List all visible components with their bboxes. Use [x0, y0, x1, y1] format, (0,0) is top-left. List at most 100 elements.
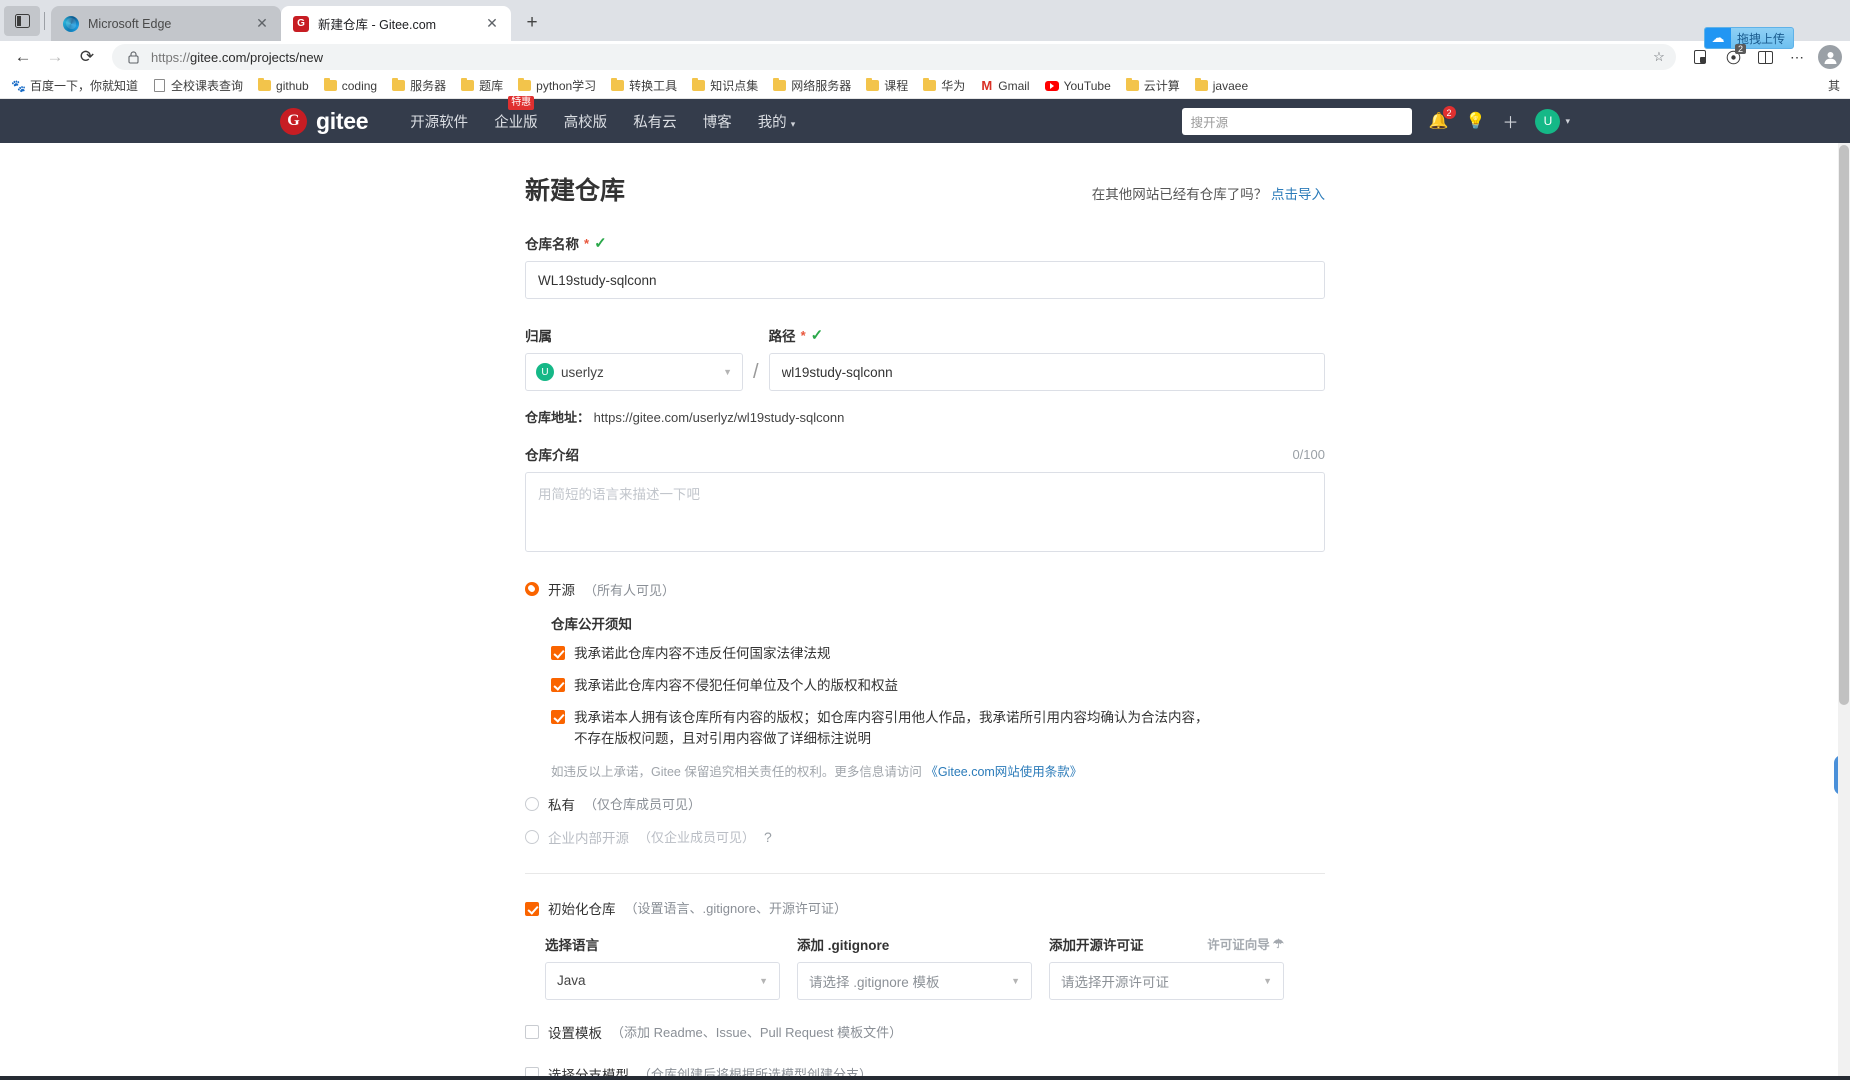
radio-label: 开源 [548, 583, 575, 598]
address-bar[interactable]: https://gitee.com/projects/new ☆ [112, 44, 1676, 70]
close-icon[interactable]: ✕ [253, 15, 271, 33]
scrollbar-thumb[interactable] [1839, 145, 1849, 705]
bookmark-item[interactable]: M Gmail [974, 77, 1035, 95]
bookmark-item[interactable]: YouTube [1039, 77, 1117, 95]
reload-icon[interactable]: ⟳ [72, 43, 102, 71]
bookmark-label: 服务器 [410, 79, 447, 93]
nav-link-privatecloud[interactable]: 私有云 [633, 111, 677, 132]
radio-private[interactable]: 私有 （仅仓库成员可见） [525, 794, 1325, 814]
nav-link-blog[interactable]: 博客 [703, 111, 732, 132]
bookmark-item[interactable]: javaee [1189, 77, 1254, 95]
bookmarks-overflow-button[interactable]: 其 [1822, 75, 1846, 96]
template-checkbox[interactable]: 设置模板 （添加 Readme、Issue、Pull Request 模板文件） [525, 1022, 1325, 1042]
description-textarea[interactable] [525, 472, 1325, 552]
owner-avatar: U [536, 363, 554, 381]
license-value: 请选择开源许可证 [1061, 974, 1169, 990]
notice-text: 我承诺此仓库内容不违反任何国家法律法规 [574, 646, 831, 661]
drag-upload-badge[interactable]: ☁ 拖拽上传 [1703, 27, 1794, 49]
bookmark-label: 云计算 [1143, 79, 1180, 93]
repo-name-input[interactable] [525, 261, 1325, 299]
bookmark-item[interactable]: 华为 [917, 75, 971, 96]
valid-check-icon: ✓ [594, 235, 607, 252]
form-header: 新建仓库 在其他网站已经有仓库了吗？ 点击导入 [525, 171, 1325, 207]
question-circle-icon[interactable]: ? [764, 829, 772, 845]
language-select[interactable]: Java ▼ [545, 961, 780, 1000]
owner-select[interactable]: U userlyz ▼ [525, 353, 743, 391]
path-input[interactable] [768, 353, 1325, 391]
bookmark-item[interactable]: 网络服务器 [767, 75, 857, 96]
bookmark-item[interactable]: 全校课表查询 [147, 75, 249, 96]
owner-value: userlyz [561, 364, 604, 380]
folder-icon [518, 77, 532, 91]
radio-enterprise[interactable]: 企业内部开源 （仅企业成员可见） ? [525, 827, 1325, 847]
owner-label: 归属 [525, 325, 743, 345]
owner-path-row: 归属 U userlyz ▼ / 路径 * ✓ [525, 325, 1325, 391]
search-input[interactable]: 搜开源 [1181, 107, 1412, 135]
page-content: 新建仓库 在其他网站已经有仓库了吗？ 点击导入 仓库名称 * ✓ 归属 [0, 143, 1850, 1080]
bookmark-label: 课程 [884, 79, 909, 93]
nav-link-mine[interactable]: 我的 ▾ [758, 111, 796, 132]
gitee-wordmark: gitee [316, 107, 369, 134]
notice-checkbox-3[interactable]: 我承诺本人拥有该仓库所有内容的版权；如仓库内容引用他人作品，我承诺所引用内容均确… [551, 708, 1325, 750]
import-link[interactable]: 点击导入 [1271, 187, 1325, 202]
radio-public[interactable]: 开源 （所有人可见） [525, 579, 1325, 599]
nav-link-education[interactable]: 高校版 [564, 111, 608, 132]
lock-icon [124, 48, 142, 66]
page-scrollbar[interactable] [1838, 143, 1850, 1076]
license-wizard-link[interactable]: 许可证向导 ☂ [1207, 934, 1284, 953]
notice-text-wrap: 我承诺本人拥有该仓库所有内容的版权；如仓库内容引用他人作品，我承诺所引用内容均确… [574, 708, 1209, 750]
user-menu[interactable]: U ▾ [1535, 108, 1570, 134]
checkbox-icon [525, 901, 539, 916]
plus-icon[interactable]: ＋ [1502, 109, 1518, 133]
back-icon[interactable]: ← [8, 43, 38, 71]
repo-name-label: 仓库名称 * ✓ [525, 233, 1325, 253]
lightbulb-icon[interactable]: 💡 [1466, 111, 1486, 131]
gitignore-select[interactable]: 请选择 .gitignore 模板 ▼ [797, 961, 1032, 1000]
bookmark-label: 知识点集 [710, 79, 759, 93]
browser-tab-1[interactable]: G 新建仓库 - Gitee.com ✕ [281, 6, 511, 41]
notice-checkbox-2[interactable]: 我承诺此仓库内容不侵犯任何单位及个人的版权和权益 [551, 676, 1325, 697]
bookmark-item[interactable]: 云计算 [1120, 75, 1186, 96]
bell-icon[interactable]: 🔔 2 [1429, 106, 1456, 131]
language-label: 选择语言 [545, 937, 599, 953]
terms-link[interactable]: 《Gitee.com网站使用条款》 [925, 765, 1082, 779]
site-nav-links: 开源软件 企业版 特惠 高校版 私有云 博客 我的 ▾ [410, 95, 796, 132]
notice-checkbox-1[interactable]: 我承诺此仓库内容不违反任何国家法律法规 [551, 644, 1325, 665]
bookmark-item[interactable]: coding [318, 77, 383, 95]
browser-tab-0[interactable]: Microsoft Edge ✕ [51, 6, 281, 41]
bookmark-item[interactable]: 知识点集 [686, 75, 764, 96]
browser-window: Microsoft Edge ✕ G 新建仓库 - Gitee.com ✕ + … [0, 0, 1850, 1080]
bookmarks-bar: 🐾 百度一下，你就知道 全校课表查询 github coding 服务器 题库 p… [0, 73, 1850, 99]
new-tab-button[interactable]: + [517, 8, 547, 38]
language-field: 选择语言 Java ▼ [545, 934, 780, 1000]
bookmark-item[interactable]: 服务器 [386, 75, 452, 96]
valid-check-icon: ✓ [810, 327, 824, 344]
profile-avatar[interactable] [1818, 45, 1842, 69]
bookmark-item[interactable]: 转换工具 [605, 75, 683, 96]
gmail-icon: M [981, 78, 993, 93]
nav-link-opensource[interactable]: 开源软件 [410, 111, 468, 132]
folder-icon [258, 77, 272, 91]
tab-strip: Microsoft Edge ✕ G 新建仓库 - Gitee.com ✕ + … [0, 0, 1850, 54]
bookmark-item[interactable]: 题库 [455, 75, 509, 96]
description-header: 仓库介绍 0/100 [525, 444, 1325, 464]
bookmark-item[interactable]: github [252, 77, 315, 95]
notice-fineprint: 如违反以上承诺，Gitee 保留追究相关责任的权利。更多信息请访问 《Gitee… [551, 761, 1325, 780]
public-notice: 仓库公开须知 我承诺此仓库内容不违反任何国家法律法规 我承诺此仓库内容不侵犯任何… [551, 613, 1325, 780]
license-select[interactable]: 请选择开源许可证 ▼ [1049, 961, 1284, 1000]
close-icon[interactable]: ✕ [483, 15, 501, 33]
bookmark-item[interactable]: 课程 [860, 75, 914, 96]
init-repo-checkbox[interactable]: 初始化仓库 （设置语言、.gitignore、开源许可证） [525, 898, 1325, 918]
radio-sublabel: （仅仓库成员可见） [584, 797, 702, 813]
bookmark-item[interactable]: 🐾 百度一下，你就知道 [6, 75, 144, 96]
tab-sidebar-toggle-button[interactable] [4, 6, 40, 36]
forward-icon[interactable]: → [40, 43, 70, 71]
section-divider [525, 872, 1325, 874]
gitee-logo[interactable]: G gitee [280, 107, 369, 135]
label-text: 路径 [768, 329, 796, 344]
star-icon[interactable]: ☆ [1650, 48, 1668, 66]
nav-link-enterprise[interactable]: 企业版 特惠 [494, 95, 538, 132]
bookmark-item[interactable]: python学习 [512, 75, 602, 96]
folder-icon [323, 77, 337, 91]
site-navbar: G gitee 开源软件 企业版 特惠 高校版 私有云 博客 我的 ▾ 搜开源 … [0, 95, 1850, 143]
